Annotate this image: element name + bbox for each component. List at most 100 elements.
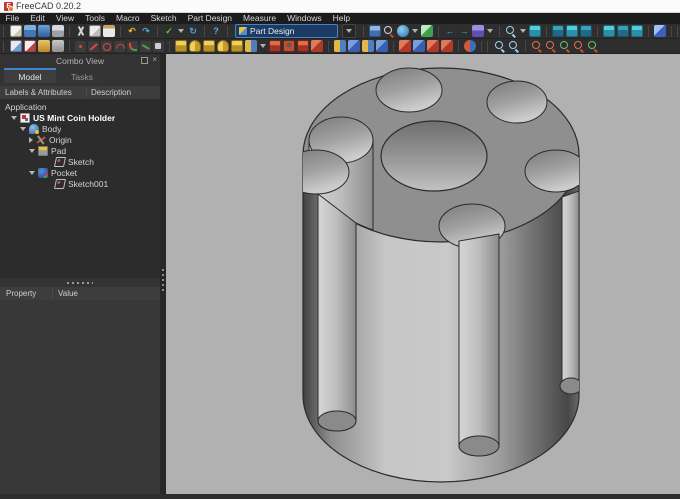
- trim-edge-icon[interactable]: [140, 40, 151, 52]
- boolean-operation-icon[interactable]: [464, 40, 476, 52]
- copy-icon[interactable]: [89, 25, 101, 37]
- 3d-viewport[interactable]: [166, 54, 680, 494]
- draw-style-icon[interactable]: [397, 25, 409, 37]
- redo-icon[interactable]: ↷: [140, 25, 152, 37]
- thickness-icon[interactable]: [441, 40, 453, 52]
- bottom-view-icon[interactable]: [617, 25, 629, 37]
- property-editor-empty[interactable]: [0, 300, 160, 494]
- validate-dropdown-caret-icon[interactable]: [178, 29, 184, 33]
- isometric-view-icon[interactable]: [529, 25, 541, 37]
- chevron-expanded-icon[interactable]: [11, 115, 17, 120]
- menu-macro[interactable]: Macro: [110, 13, 145, 24]
- combo-view-titlebar[interactable]: Combo View ×: [0, 54, 160, 68]
- draft-icon[interactable]: [427, 40, 439, 52]
- chevron-expanded-icon[interactable]: [29, 170, 35, 175]
- left-view-icon[interactable]: [631, 25, 643, 37]
- measure-toggle-delta-icon[interactable]: [587, 40, 599, 52]
- create-part-icon[interactable]: [369, 25, 381, 37]
- chevron-expanded-icon[interactable]: [20, 126, 26, 131]
- linked-view-caret-icon[interactable]: [487, 29, 493, 33]
- save-document-icon[interactable]: [38, 25, 50, 37]
- measure-clear-all-icon[interactable]: [545, 40, 557, 52]
- create-sketch-icon[interactable]: [10, 40, 22, 52]
- menu-help[interactable]: Help: [327, 13, 355, 24]
- tab-model[interactable]: Model: [4, 68, 56, 83]
- rear-view-icon[interactable]: [603, 25, 615, 37]
- edit-sketch-icon[interactable]: [24, 40, 36, 52]
- additive-pipe-icon[interactable]: [217, 40, 229, 52]
- create-circle-icon[interactable]: [101, 40, 112, 52]
- zoom-caret-icon[interactable]: [520, 29, 526, 33]
- float-panel-icon[interactable]: [141, 56, 149, 64]
- measure-distance-icon[interactable]: [654, 25, 666, 37]
- menu-edit[interactable]: Edit: [25, 13, 51, 24]
- additive-helix-icon[interactable]: [231, 40, 243, 52]
- front-view-icon[interactable]: [552, 25, 564, 37]
- external-geometry-icon[interactable]: [153, 40, 164, 52]
- polar-pattern-icon[interactable]: [362, 40, 374, 52]
- groove-icon[interactable]: [297, 40, 309, 52]
- cut-icon[interactable]: [75, 25, 87, 37]
- tree-header-labels[interactable]: Labels & Attributes: [0, 88, 86, 97]
- undo-icon[interactable]: ↶: [126, 25, 138, 37]
- toolbar-grip[interactable]: [487, 40, 490, 52]
- pad-icon[interactable]: [175, 40, 187, 52]
- tree-item-origin[interactable]: Origin: [0, 134, 160, 145]
- tree-item-pocket[interactable]: Pocket: [0, 167, 160, 178]
- pocket-icon[interactable]: [269, 40, 281, 52]
- menu-windows[interactable]: Windows: [282, 13, 327, 24]
- toolbar-grip[interactable]: [3, 40, 6, 52]
- linked-view-icon[interactable]: [472, 25, 484, 37]
- additive-primitive-icon[interactable]: [245, 40, 257, 52]
- menu-view[interactable]: View: [50, 13, 79, 24]
- mirrored-icon[interactable]: [334, 40, 346, 52]
- print-icon[interactable]: [52, 25, 64, 37]
- leave-sketch-icon[interactable]: [38, 40, 50, 52]
- whats-this-icon[interactable]: ?: [210, 25, 222, 37]
- create-point-icon[interactable]: [75, 40, 86, 52]
- workbench-caret[interactable]: [342, 24, 356, 38]
- measure-refresh-icon[interactable]: [531, 40, 543, 52]
- linear-pattern-icon[interactable]: [348, 40, 360, 52]
- measure-linear-icon[interactable]: [494, 40, 506, 52]
- fillet-icon[interactable]: [399, 40, 411, 52]
- tree-item-sketch001[interactable]: Sketch001: [0, 178, 160, 189]
- create-fillet-icon[interactable]: [127, 40, 138, 52]
- chevron-expanded-icon[interactable]: [29, 148, 35, 153]
- workbench-selector[interactable]: Part Design: [235, 24, 338, 38]
- multitransform-icon[interactable]: [376, 40, 388, 52]
- paste-icon[interactable]: [103, 25, 115, 37]
- toolbar-grip[interactable]: [3, 25, 6, 37]
- right-view-icon[interactable]: [580, 25, 592, 37]
- fit-all-icon[interactable]: [383, 25, 395, 37]
- measure-toggle-all-icon[interactable]: [559, 40, 571, 52]
- menu-part-design[interactable]: Part Design: [182, 13, 237, 24]
- select-box-icon[interactable]: [421, 25, 433, 37]
- menu-file[interactable]: File: [0, 13, 25, 24]
- revolution-icon[interactable]: [189, 40, 201, 52]
- tree-root-application[interactable]: Application: [0, 101, 160, 112]
- top-view-icon[interactable]: [566, 25, 578, 37]
- open-document-icon[interactable]: [24, 25, 36, 37]
- create-line-icon[interactable]: [88, 40, 99, 52]
- chevron-collapsed-icon[interactable]: [29, 136, 33, 143]
- menu-measure[interactable]: Measure: [238, 13, 282, 24]
- map-sketch-icon[interactable]: [52, 40, 64, 52]
- zoom-icon[interactable]: [505, 25, 517, 37]
- tree-item-document[interactable]: US Mint Coin Holder: [0, 112, 160, 123]
- menu-tools[interactable]: Tools: [80, 13, 111, 24]
- validate-sketch-icon[interactable]: ✓: [163, 25, 175, 37]
- tree-property-splitter[interactable]: [0, 278, 160, 287]
- menu-sketch[interactable]: Sketch: [145, 13, 182, 24]
- tree-item-sketch[interactable]: Sketch: [0, 156, 160, 167]
- close-panel-icon[interactable]: ×: [152, 56, 157, 64]
- tab-tasks[interactable]: Tasks: [56, 68, 108, 83]
- subtractive-loft-icon[interactable]: [311, 40, 323, 52]
- tree-header-description[interactable]: Description: [86, 88, 160, 97]
- back-icon[interactable]: ←: [444, 25, 456, 37]
- refresh-icon[interactable]: ↻: [187, 25, 199, 37]
- chamfer-icon[interactable]: [413, 40, 425, 52]
- tree-item-body[interactable]: Body: [0, 123, 160, 134]
- additive-caret-icon[interactable]: [260, 44, 266, 48]
- measure-toggle-3d-icon[interactable]: [573, 40, 585, 52]
